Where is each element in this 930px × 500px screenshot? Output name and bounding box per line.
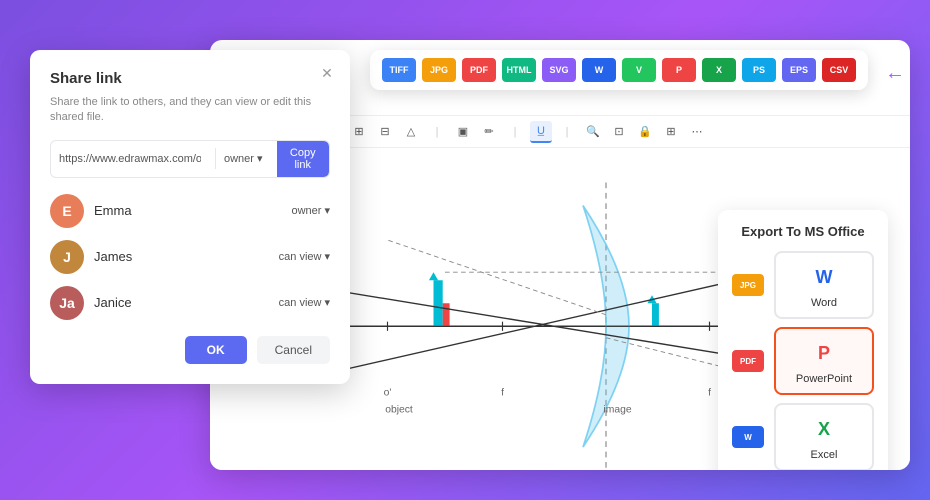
group-tool[interactable]: ⊞ [660, 121, 682, 143]
export-ppt-row: PDF P PowerPoint [732, 327, 874, 395]
user-row-emma: E Emma owner ▾ [50, 194, 330, 228]
emma-role-label: owner [292, 205, 322, 217]
html-badge[interactable]: HTML [502, 58, 536, 82]
link-row: owner ▾ Copy link [50, 140, 330, 178]
janice-role-label: can view [279, 297, 322, 309]
ppt-badge[interactable]: P [662, 58, 696, 82]
james-chevron-icon: ▾ [324, 250, 330, 263]
link-input[interactable] [51, 147, 209, 171]
svg-badge[interactable]: SVG [542, 58, 576, 82]
ok-button[interactable]: OK [185, 336, 247, 364]
visio-badge[interactable]: V [622, 58, 656, 82]
excel-badge[interactable]: X [702, 58, 736, 82]
format-toolbar: TIFF JPG PDF HTML SVG W V P X PS EPS CSV [370, 50, 868, 90]
export-word-side[interactable]: W [732, 426, 764, 448]
janice-role-dropdown[interactable]: can view ▾ [279, 296, 330, 309]
separator2: | [504, 121, 526, 143]
emma-role-dropdown[interactable]: owner ▾ [292, 204, 331, 217]
ppt-app-icon: P [808, 337, 840, 369]
arrow-indicator: ← [885, 62, 905, 85]
emma-name: Emma [94, 203, 282, 218]
dialog-actions: OK Cancel [50, 336, 330, 364]
emma-avatar: E [50, 194, 84, 228]
export-panel: Export To MS Office JPG W Word PDF P Pow… [718, 210, 888, 470]
dialog-title: Share link [50, 70, 330, 87]
pen-tool[interactable]: ✏ [478, 121, 500, 143]
export-excel-row: W X Excel [732, 403, 874, 470]
ppt-app-name: PowerPoint [784, 373, 864, 385]
janice-avatar: Ja [50, 286, 84, 320]
export-word-row: JPG W Word [732, 251, 874, 319]
table-tool[interactable]: ⊞ [348, 121, 370, 143]
james-avatar: J [50, 240, 84, 274]
james-name: James [94, 249, 269, 264]
more-tool[interactable]: ⋯ [686, 121, 708, 143]
export-word-card[interactable]: W Word [774, 251, 874, 319]
separator3: | [556, 121, 578, 143]
owner-dropdown[interactable]: owner ▾ [215, 148, 271, 169]
janice-name: Janice [94, 295, 269, 310]
copy-link-button[interactable]: Copy link [277, 141, 330, 177]
word-app-icon: W [808, 261, 840, 293]
image-tool[interactable]: ⊟ [374, 121, 396, 143]
word-app-name: Word [784, 297, 864, 309]
fill-tool[interactable]: ▣ [452, 121, 474, 143]
emma-avatar-img: E [50, 194, 84, 228]
export-panel-title: Export To MS Office [732, 224, 874, 239]
export-jpg-side[interactable]: JPG [732, 274, 764, 296]
james-avatar-img: J [50, 240, 84, 274]
underline-tool[interactable]: U̲ [530, 121, 552, 143]
tiff-badge[interactable]: TIFF [382, 58, 416, 82]
dialog-description: Share the link to others, and they can v… [50, 95, 330, 126]
chevron-down-icon: ▾ [257, 152, 263, 165]
eps-badge[interactable]: EPS [782, 58, 816, 82]
export-excel-card[interactable]: X Excel [774, 403, 874, 470]
chart-tool[interactable]: △ [400, 121, 422, 143]
user-row-james: J James can view ▾ [50, 240, 330, 274]
csv-badge[interactable]: CSV [822, 58, 856, 82]
janice-chevron-icon: ▾ [324, 296, 330, 309]
svg-text:f: f [501, 387, 504, 398]
separator1: | [426, 121, 448, 143]
emma-chevron-icon: ▾ [324, 204, 330, 217]
word-badge[interactable]: W [582, 58, 616, 82]
user-row-janice: Ja Janice can view ▾ [50, 286, 330, 320]
jpg-badge[interactable]: JPG [422, 58, 456, 82]
pdf-badge[interactable]: PDF [462, 58, 496, 82]
ps-badge[interactable]: PS [742, 58, 776, 82]
fit-tool[interactable]: ⊡ [608, 121, 630, 143]
james-role-dropdown[interactable]: can view ▾ [279, 250, 330, 263]
owner-label: owner [224, 153, 254, 165]
james-role-label: can view [279, 251, 322, 263]
share-dialog: ✕ Share link Share the link to others, a… [30, 50, 350, 384]
export-ppt-card[interactable]: P PowerPoint [774, 327, 874, 395]
svg-text:image: image [603, 405, 631, 416]
janice-avatar-img: Ja [50, 286, 84, 320]
excel-app-name: Excel [784, 449, 864, 461]
cancel-button[interactable]: Cancel [257, 336, 330, 364]
svg-text:o': o' [384, 387, 392, 398]
svg-text:f: f [708, 387, 711, 398]
close-icon[interactable]: ✕ [318, 64, 336, 82]
zoom-tool[interactable]: 🔍 [582, 121, 604, 143]
export-pdf-side[interactable]: PDF [732, 350, 764, 372]
lock-tool[interactable]: 🔒 [634, 121, 656, 143]
excel-app-icon: X [808, 413, 840, 445]
svg-text:object: object [385, 405, 413, 416]
